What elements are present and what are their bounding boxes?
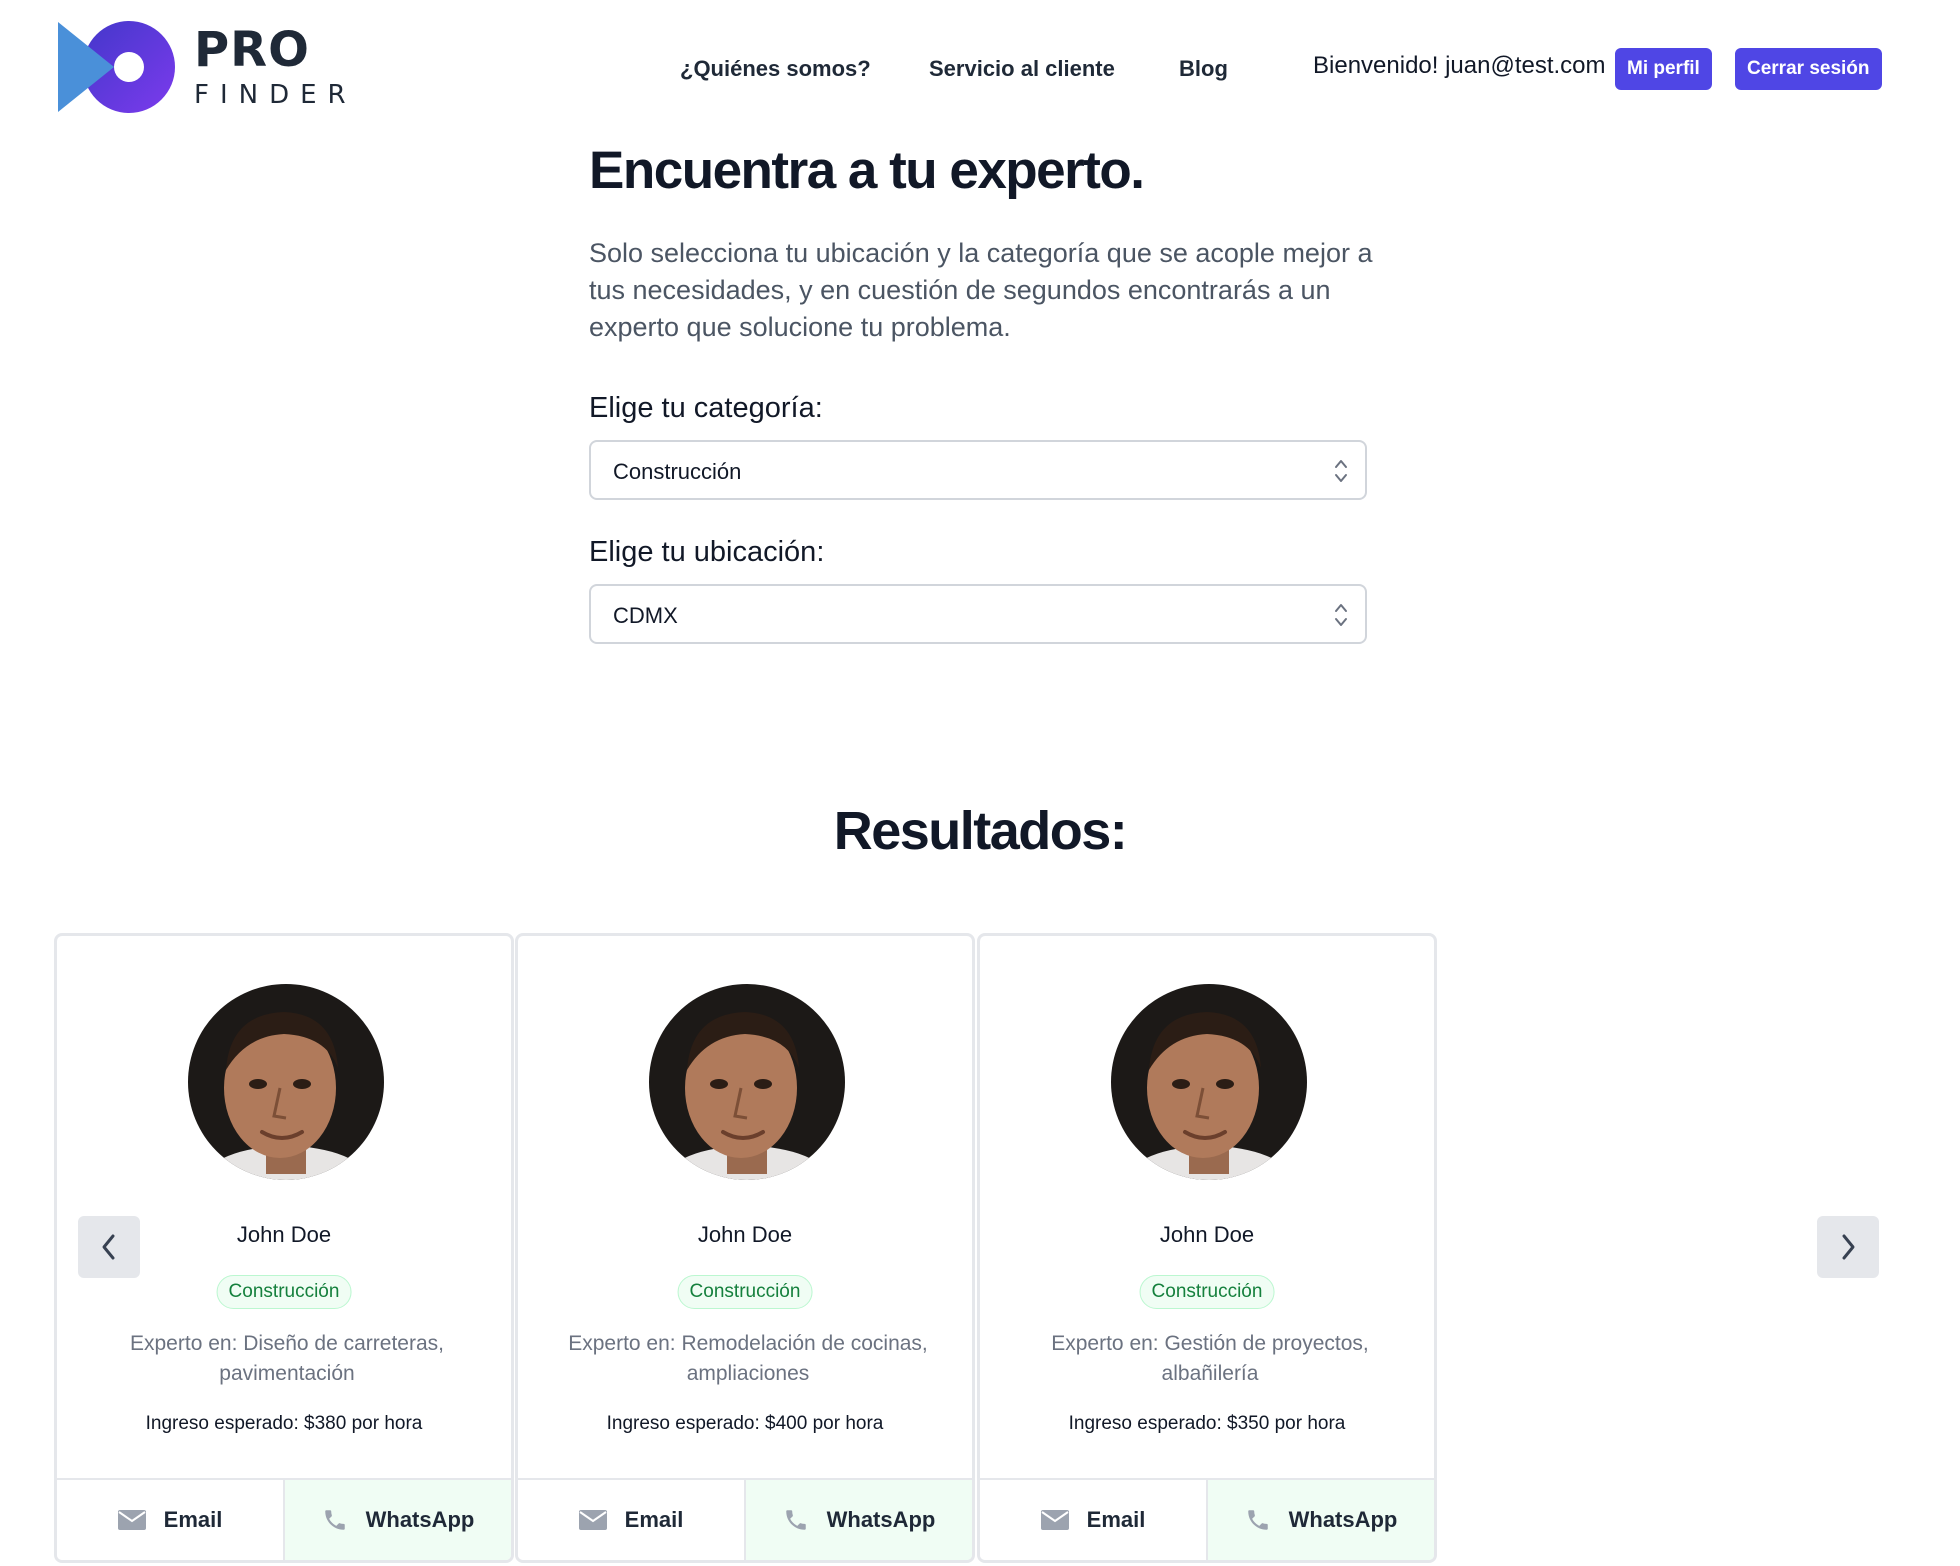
avatar xyxy=(188,984,384,1180)
whatsapp-button-label: WhatsApp xyxy=(365,1507,475,1532)
expert-income: Ingreso esperado: $400 por hora xyxy=(606,1413,884,1434)
email-button-label: Email xyxy=(163,1507,223,1532)
envelope-icon xyxy=(117,1510,146,1530)
page-title: Encuentra a tu experto. xyxy=(589,141,1145,200)
category-select[interactable]: Construcción xyxy=(589,440,1367,500)
expert-description: Experto en: Diseño de carreteras, pavime… xyxy=(130,1332,444,1385)
expert-card: John Doe Construcción Experto en: Gestió… xyxy=(977,933,1437,1563)
chevron-right-icon xyxy=(1842,1234,1855,1260)
top-nav: ¿Quiénes somos? Servicio al cliente Blog… xyxy=(0,48,1960,94)
expert-name: John Doe xyxy=(697,1222,793,1247)
chevron-up-down-icon xyxy=(1335,604,1347,626)
whatsapp-button[interactable]: WhatsApp xyxy=(285,1480,511,1560)
card-actions: Email WhatsApp xyxy=(518,1478,972,1560)
page-description: Solo selecciona tu ubicación y la catego… xyxy=(589,238,1373,342)
chevron-left-icon xyxy=(102,1234,115,1260)
phone-icon xyxy=(324,1510,345,1530)
expert-income: Ingreso esperado: $380 por hora xyxy=(145,1413,423,1434)
phone-icon xyxy=(1247,1510,1268,1530)
envelope-icon xyxy=(1040,1510,1069,1530)
whatsapp-button-label: WhatsApp xyxy=(826,1507,936,1532)
email-button[interactable]: Email xyxy=(57,1480,285,1560)
avatar xyxy=(1111,984,1307,1180)
results-title: Resultados: xyxy=(833,801,1128,861)
profile-button[interactable]: Mi perfil xyxy=(1615,48,1712,90)
category-badge: Construcción xyxy=(1139,1275,1275,1309)
whatsapp-button-label: WhatsApp xyxy=(1288,1507,1398,1532)
category-label: Elige tu categoría: xyxy=(589,392,823,424)
avatar xyxy=(649,984,845,1180)
category-badge: Construcción xyxy=(216,1275,352,1309)
expert-description: Experto en: Remodelación de cocinas, amp… xyxy=(568,1332,928,1385)
email-button-label: Email xyxy=(1086,1507,1146,1532)
location-select[interactable]: CDMX xyxy=(589,584,1367,644)
expert-card: John Doe Construcción Experto en: Remode… xyxy=(515,933,975,1563)
nav-link-blog[interactable]: Blog xyxy=(1179,56,1228,82)
email-button-label: Email xyxy=(624,1507,684,1532)
card-actions: Email WhatsApp xyxy=(57,1478,511,1560)
expert-description: Experto en: Gestión de proyectos, albañi… xyxy=(1051,1332,1369,1385)
phone-icon xyxy=(785,1510,806,1530)
hero-section: Encuentra a tu experto. Solo selecciona … xyxy=(589,140,1379,346)
welcome-message: Bienvenido! juan@test.com xyxy=(1313,52,1606,79)
category-select-value: Construcción xyxy=(613,459,742,484)
chevron-up-down-icon xyxy=(1335,460,1347,482)
nav-link-quienes-somos[interactable]: ¿Quiénes somos? xyxy=(680,56,871,82)
whatsapp-button[interactable]: WhatsApp xyxy=(1208,1480,1434,1560)
logout-button[interactable]: Cerrar sesión xyxy=(1735,48,1882,90)
email-button[interactable]: Email xyxy=(518,1480,746,1560)
nav-link-servicio-cliente[interactable]: Servicio al cliente xyxy=(929,56,1115,82)
card-actions: Email WhatsApp xyxy=(980,1478,1434,1560)
expert-income: Ingreso esperado: $350 por hora xyxy=(1068,1413,1346,1434)
location-label: Elige tu ubicación: xyxy=(589,536,825,568)
whatsapp-button[interactable]: WhatsApp xyxy=(746,1480,972,1560)
envelope-icon xyxy=(578,1510,607,1530)
expert-name: John Doe xyxy=(1159,1222,1255,1247)
location-select-value: CDMX xyxy=(613,603,678,628)
carousel-prev-button[interactable] xyxy=(78,1216,140,1278)
carousel-next-button[interactable] xyxy=(1817,1216,1879,1278)
category-badge: Construcción xyxy=(677,1275,813,1309)
email-button[interactable]: Email xyxy=(980,1480,1208,1560)
